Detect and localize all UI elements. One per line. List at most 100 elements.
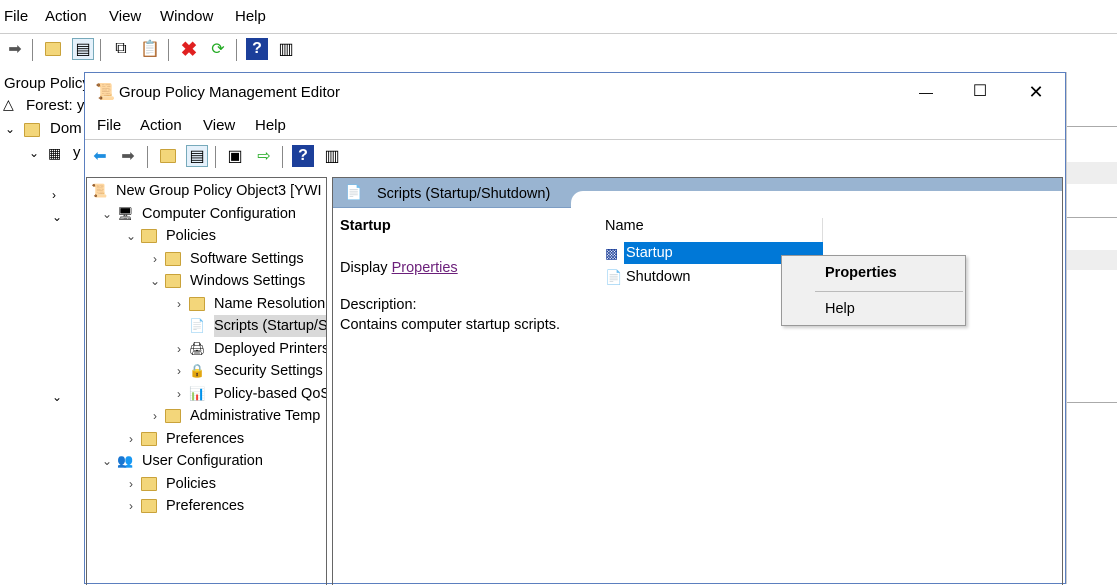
display-properties: Display Properties xyxy=(340,260,458,276)
tree-item[interactable]: › 🖨 Deployed Printers xyxy=(87,338,326,360)
tree-item-label: Policy-based QoS xyxy=(214,385,327,402)
divider xyxy=(815,291,963,292)
description-label: Description: xyxy=(340,297,417,313)
tree-item[interactable]: › Policies xyxy=(87,473,326,495)
help-icon[interactable]: ? xyxy=(292,145,314,167)
chevron-right-icon[interactable]: › xyxy=(173,338,185,360)
chevron-right-icon[interactable]: › xyxy=(125,473,137,495)
tree-item[interactable]: 📄 Scripts (Startup/S xyxy=(87,315,326,337)
bg-menu-action[interactable]: Action xyxy=(45,8,87,25)
tree-item[interactable]: › Preferences xyxy=(87,428,326,450)
bg-menu-window[interactable]: Window xyxy=(160,8,213,25)
editor-window: 📜 Group Policy Management Editor — ☐ ✕ F… xyxy=(84,72,1066,585)
divider xyxy=(1067,250,1117,270)
chevron-right-icon[interactable]: › xyxy=(173,383,185,405)
divider xyxy=(0,33,1117,34)
header-tab-curve xyxy=(571,191,1062,208)
editor-toolbar: ⬅ ➡ ▤ ▣ ⇨ ? ▥ xyxy=(85,143,1065,171)
forward-icon[interactable]: ➡ xyxy=(4,38,26,60)
security-icon: 🔒 xyxy=(189,363,206,378)
column-header-name[interactable]: Name xyxy=(605,218,823,244)
chevron-right-icon[interactable]: › xyxy=(173,360,185,382)
tree-item[interactable]: › 🔒 Security Settings xyxy=(87,360,326,382)
tree-item[interactable]: ⌄ 🖥 Computer Configuration xyxy=(87,203,326,225)
menu-action[interactable]: Action xyxy=(140,117,182,134)
tree-item[interactable]: ⌄ 👥 User Configuration xyxy=(87,450,326,472)
divider xyxy=(215,146,216,168)
context-menu-help[interactable]: Help xyxy=(825,301,855,317)
folder-icon xyxy=(141,225,157,247)
user-icon: 👥 xyxy=(117,453,134,468)
bg-menu-file[interactable]: File xyxy=(4,8,28,25)
up-folder-icon[interactable] xyxy=(42,38,64,60)
properties-link[interactable]: Properties xyxy=(392,260,458,276)
chevron-right-icon[interactable]: › xyxy=(149,248,161,270)
chevron-down-icon[interactable]: ⌄ xyxy=(5,122,15,136)
pane-header-title: Scripts (Startup/Shutdown) xyxy=(377,186,551,202)
chevron-down-icon[interactable]: ⌄ xyxy=(149,270,161,292)
tree-item[interactable]: ⌄ Windows Settings xyxy=(87,270,326,292)
tree-item[interactable]: › Preferences xyxy=(87,495,326,517)
menu-view[interactable]: View xyxy=(203,117,235,134)
chevron-down-icon[interactable]: ⌄ xyxy=(29,146,39,160)
properties-icon[interactable]: ▣ xyxy=(224,145,246,167)
bg-tree-root[interactable]: Group Policy xyxy=(4,75,90,92)
forward-icon[interactable]: ➡ xyxy=(117,145,139,167)
chevron-down-icon[interactable]: ⌄ xyxy=(101,450,113,472)
show-hide-tree-icon[interactable]: ▤ xyxy=(72,38,94,60)
chevron-right-icon[interactable]: › xyxy=(173,293,185,315)
back-icon[interactable]: ⬅ xyxy=(89,145,111,167)
chevron-down-icon[interactable]: ⌄ xyxy=(125,225,137,247)
export-list-icon[interactable]: ⇨ xyxy=(253,145,275,167)
chevron-down-icon[interactable]: ⌄ xyxy=(52,390,62,404)
divider xyxy=(85,139,1065,140)
pane-header: 📄 Scripts (Startup/Shutdown) xyxy=(333,178,1062,208)
delete-icon[interactable]: ✖ xyxy=(178,38,200,61)
divider xyxy=(1067,126,1117,127)
script-icon: 📄 xyxy=(189,318,206,333)
paste-icon[interactable]: 📋 xyxy=(139,38,161,60)
title-bar[interactable]: 📜 Group Policy Management Editor — ☐ ✕ xyxy=(85,73,1065,111)
bg-tree-domain[interactable]: y xyxy=(73,144,81,161)
up-folder-icon[interactable] xyxy=(157,145,179,167)
menu-file[interactable]: File xyxy=(97,117,121,134)
tree-item-label: Name Resolution xyxy=(214,295,326,312)
chevron-right-icon[interactable]: › xyxy=(125,428,137,450)
folder-icon xyxy=(165,270,181,292)
folder-icon xyxy=(165,405,181,427)
copy-icon[interactable]: ⧉ xyxy=(110,38,132,60)
divider xyxy=(168,39,169,61)
close-button[interactable]: ✕ xyxy=(1021,77,1051,107)
tree-item[interactable]: › Software Settings xyxy=(87,248,326,270)
chevron-right-icon[interactable]: › xyxy=(149,405,161,427)
tree-item[interactable]: › 📊 Policy-based QoS xyxy=(87,383,327,405)
tree-item[interactable]: 📜 New Group Policy Object3 [YWI xyxy=(87,180,326,202)
forest-icon: △ xyxy=(3,96,14,112)
list-item-label: Shutdown xyxy=(626,269,691,285)
maximize-button[interactable]: ☐ xyxy=(965,77,995,107)
tree-item[interactable]: ⌄ Policies xyxy=(87,225,326,247)
description-text: Contains computer startup scripts. xyxy=(340,317,561,333)
action-pane-icon[interactable]: ▥ xyxy=(321,145,343,167)
action-pane-icon[interactable]: ▥ xyxy=(275,38,297,60)
computer-icon: 🖥 xyxy=(117,205,134,221)
tree-item[interactable]: › Name Resolution xyxy=(87,293,326,315)
minimize-button[interactable]: — xyxy=(911,77,941,107)
show-hide-tree-icon[interactable]: ▤ xyxy=(186,145,208,167)
bg-tree-domains[interactable]: Dom xyxy=(50,120,82,137)
bg-tree-forest[interactable]: Forest: y xyxy=(26,97,84,114)
help-icon[interactable]: ? xyxy=(246,38,268,60)
bg-menu-help[interactable]: Help xyxy=(235,8,266,25)
chevron-right-icon[interactable]: › xyxy=(125,495,137,517)
folder-icon xyxy=(189,293,205,315)
context-menu-properties[interactable]: Properties xyxy=(825,265,897,281)
chevron-right-icon[interactable]: › xyxy=(52,188,56,202)
menu-help[interactable]: Help xyxy=(255,117,286,134)
tree-item[interactable]: › Administrative Temp xyxy=(87,405,326,427)
folder-icon xyxy=(165,248,181,270)
chevron-down-icon[interactable]: ⌄ xyxy=(52,210,62,224)
bg-menu-view[interactable]: View xyxy=(109,8,141,25)
refresh-icon[interactable]: ⟳ xyxy=(207,38,229,60)
divider xyxy=(100,39,101,61)
chevron-down-icon[interactable]: ⌄ xyxy=(101,203,113,225)
